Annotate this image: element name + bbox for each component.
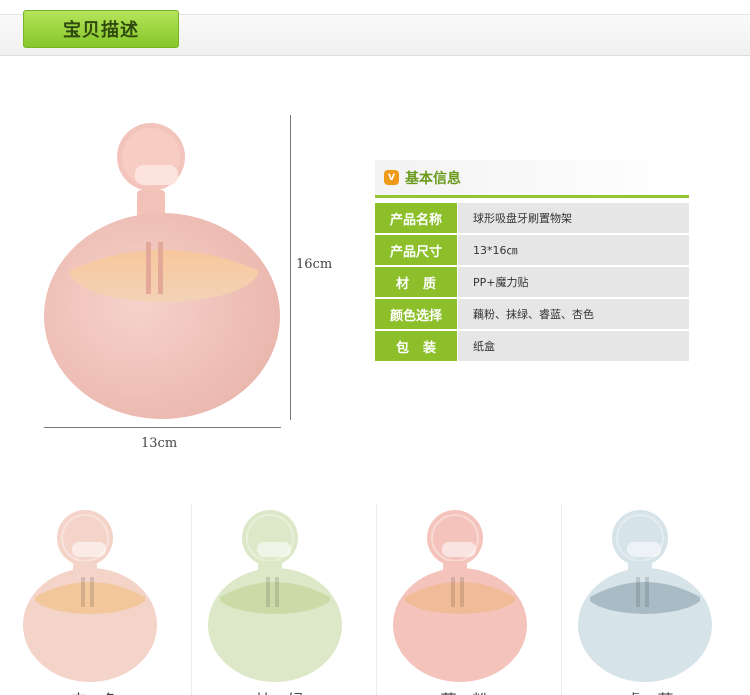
variant-pink[interactable]: 藕粉: [380, 495, 565, 695]
row-key: 颜色选择: [375, 299, 457, 329]
variant-label: 杏色: [10, 687, 195, 695]
basic-info-title: 基本信息: [405, 170, 461, 187]
height-dimension-line: [290, 115, 291, 420]
height-label: 16cm: [296, 257, 333, 272]
width-label: 13cm: [141, 436, 178, 451]
width-dimension-line: [44, 427, 281, 428]
row-value: 13*16㎝: [458, 235, 689, 265]
variant-green[interactable]: 抹绿: [195, 495, 380, 695]
row-value: 藕粉、抹绿、睿蓝、杏色: [458, 299, 689, 329]
variant-label: 睿蓝: [565, 687, 750, 695]
variant-product-image: [393, 510, 527, 682]
variant-product-image: [578, 510, 712, 682]
basic-info-header: V 基本信息: [375, 160, 689, 198]
variant-product-image: [23, 510, 157, 682]
hook-clip: [72, 542, 106, 557]
row-key: 包装: [375, 331, 457, 361]
variant-label: 抹绿: [195, 687, 380, 695]
main-product-image: [44, 123, 280, 419]
tab-description[interactable]: 宝贝描述: [23, 10, 179, 48]
variant-product-image: [208, 510, 342, 682]
variant-apricot[interactable]: 杏色: [10, 495, 195, 695]
table-row: 材质 PP+魔力贴: [375, 267, 689, 297]
row-value: PP+魔力贴: [458, 267, 689, 297]
table-row: 颜色选择 藕粉、抹绿、睿蓝、杏色: [375, 299, 689, 329]
row-value: 球形吸盘牙刷置物架: [458, 203, 689, 233]
chevron-down-icon: V: [384, 170, 399, 185]
variant-label: 藕粉: [380, 687, 565, 695]
hook-clip: [257, 542, 291, 557]
color-variants: 杏色 抹绿 藕粉 睿蓝: [0, 495, 750, 695]
row-key: 产品尺寸: [375, 235, 457, 265]
row-key: 材质: [375, 267, 457, 297]
basic-info-table: 产品名称 球形吸盘牙刷置物架 产品尺寸 13*16㎝ 材质 PP+魔力贴 颜色选…: [375, 203, 689, 361]
basic-info-panel: V 基本信息 产品名称 球形吸盘牙刷置物架 产品尺寸 13*16㎝ 材质 PP+…: [375, 160, 689, 363]
hook-clip: [627, 542, 661, 557]
hook-clip: [442, 542, 476, 557]
table-row: 产品尺寸 13*16㎝: [375, 235, 689, 265]
variant-blue[interactable]: 睿蓝: [565, 495, 750, 695]
table-row: 包装 纸盒: [375, 331, 689, 361]
row-key: 产品名称: [375, 203, 457, 233]
row-value: 纸盒: [458, 331, 689, 361]
table-row: 产品名称 球形吸盘牙刷置物架: [375, 203, 689, 233]
